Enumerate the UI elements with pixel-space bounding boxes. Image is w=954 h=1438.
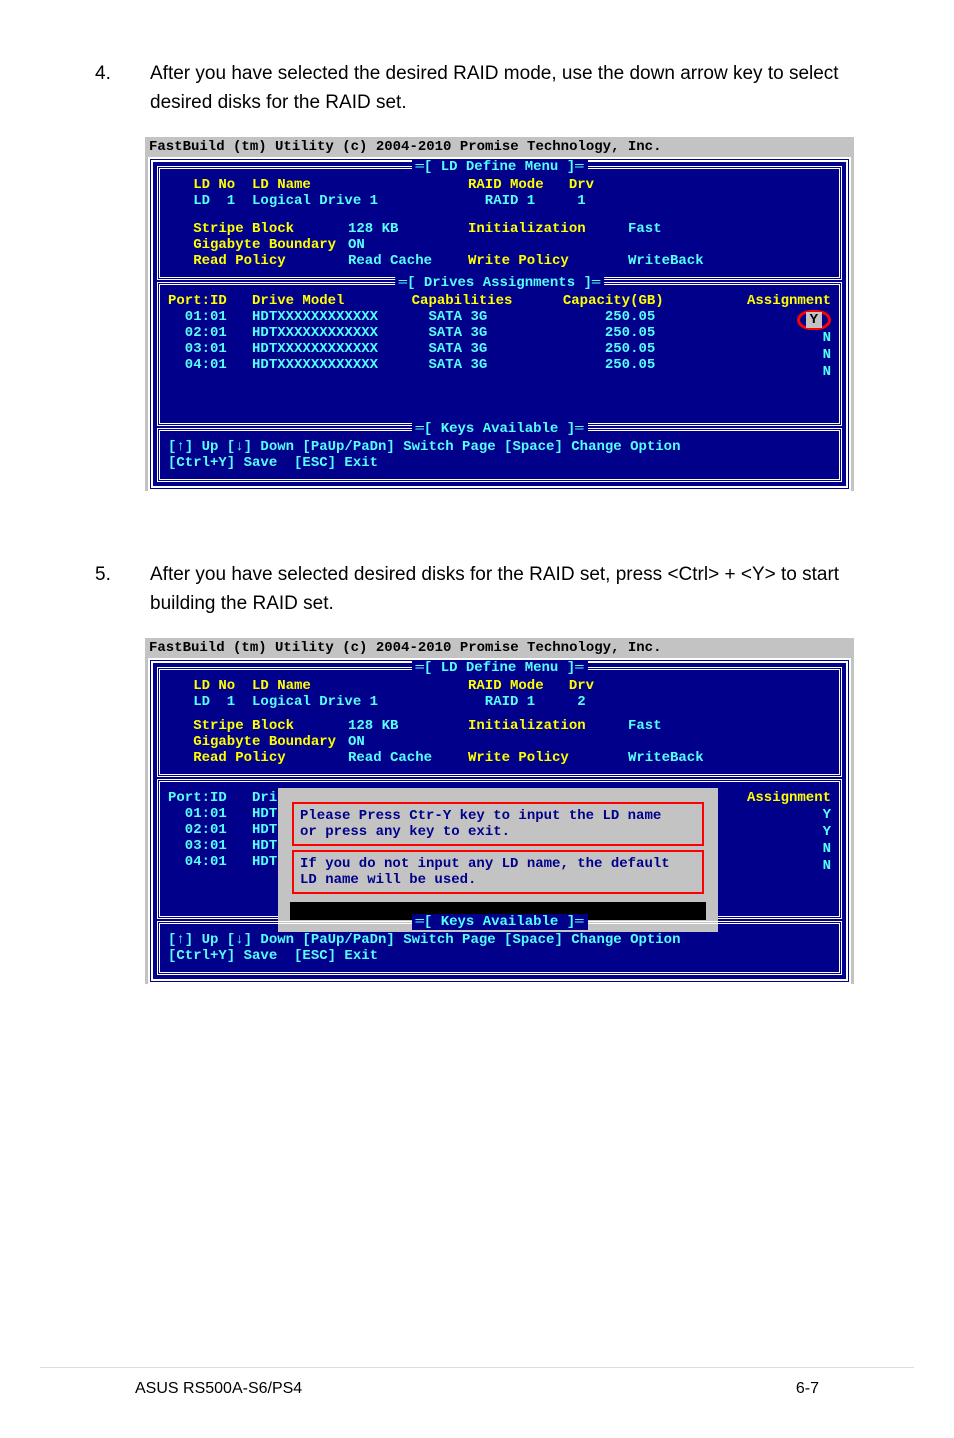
step-number: 5.: [95, 561, 150, 618]
section-title: ═[ Drives Assignments ]═: [395, 275, 605, 291]
drive-row: 04:01 HDTXXXXXXXXXXXX SATA 3G 250.05: [168, 357, 831, 373]
drives-header: Port:ID Drive Model Capabilities Capacit…: [168, 293, 831, 309]
ld-header-left: LD No LD Name: [168, 678, 468, 694]
assignment: N: [747, 330, 831, 347]
assignment: N: [747, 347, 831, 364]
drives-section: ═[ Drives Assignments ]═ Port:ID Drive M…: [157, 282, 842, 426]
ld-define-section: ═[ LD Define Menu ]═ LD No LD Name RAID …: [157, 166, 842, 280]
page-footer: ASUS RS500A-S6/PS4 6-7: [40, 1367, 914, 1398]
keys-line: [Ctrl+Y] Save [ESC] Exit: [168, 948, 831, 964]
assignment-highlighted[interactable]: Y: [797, 310, 831, 330]
gig-val: ON: [348, 734, 365, 750]
drive-row: 02:01 HDTXXXXXXXXXXXX SATA 3G 250.05: [168, 325, 831, 341]
ld-header-right: RAID Mode Drv: [468, 177, 594, 193]
section-title: ═[ Keys Available ]═: [411, 421, 587, 437]
ld-name-prompt-dialog[interactable]: Please Press Ctr-Y key to input the LD n…: [278, 788, 718, 932]
step-number: 4.: [95, 60, 150, 117]
init-label: Initialization: [468, 718, 628, 734]
ld-row: LD 1 Logical Drive 1: [168, 193, 468, 209]
init-val: Fast: [628, 718, 662, 734]
footer-product: ASUS RS500A-S6/PS4: [135, 1380, 302, 1398]
section-title: ═[ Keys Available ]═: [411, 914, 587, 930]
init-val: Fast: [628, 221, 662, 237]
write-val: WriteBack: [628, 750, 704, 766]
instruction-step-4: 4. After you have selected the desired R…: [0, 60, 954, 137]
raid-value: RAID 1 2: [468, 694, 586, 710]
section-title: ═[ LD Define Menu ]═: [411, 159, 587, 175]
assignment: N: [747, 841, 831, 858]
bios-title: FastBuild (tm) Utility (c) 2004-2010 Pro…: [145, 638, 854, 658]
gig-label: Gigabyte Boundary: [168, 237, 348, 253]
ld-header-right: RAID Mode Drv: [468, 678, 594, 694]
assign-header: Assignment: [747, 293, 831, 310]
prompt-line: Please Press Ctr-Y key to input the LD n…: [300, 808, 696, 824]
gig-val: ON: [348, 237, 365, 253]
assign-header: Assignment: [747, 790, 831, 807]
init-label: Initialization: [468, 221, 628, 237]
read-val: Read Cache: [348, 253, 468, 269]
assignment: Y: [747, 807, 831, 824]
ld-header-left: LD No LD Name: [168, 177, 468, 193]
write-label: Write Policy: [468, 253, 628, 269]
raid-value: RAID 1 1: [468, 193, 586, 209]
assignment: N: [747, 364, 831, 381]
stripe-label: Stripe Block: [168, 718, 348, 734]
keys-line: [↑] Up [↓] Down [PaUp/PaDn] Switch Page …: [168, 439, 831, 455]
keys-line: [↑] Up [↓] Down [PaUp/PaDn] Switch Page …: [168, 932, 831, 948]
bios-screenshot-1: FastBuild (tm) Utility (c) 2004-2010 Pro…: [145, 137, 854, 491]
stripe-label: Stripe Block: [168, 221, 348, 237]
footer-page: 6-7: [796, 1380, 819, 1398]
read-label: Read Policy: [168, 253, 348, 269]
prompt-line: or press any key to exit.: [300, 824, 696, 840]
read-val: Read Cache: [348, 750, 468, 766]
write-label: Write Policy: [468, 750, 628, 766]
stripe-val: 128 KB: [348, 221, 468, 237]
ld-define-section: ═[ LD Define Menu ]═ LD No LD Name RAID …: [157, 667, 842, 777]
prompt-line: LD name will be used.: [300, 872, 696, 888]
ld-row: LD 1 Logical Drive 1: [168, 694, 468, 710]
instruction-step-5: 5. After you have selected desired disks…: [0, 561, 954, 638]
stripe-val: 128 KB: [348, 718, 468, 734]
drive-row: 03:01 HDTXXXXXXXXXXXX SATA 3G 250.05: [168, 341, 831, 357]
bios-title: FastBuild (tm) Utility (c) 2004-2010 Pro…: [145, 137, 854, 157]
prompt-line: If you do not input any LD name, the def…: [300, 856, 696, 872]
gig-label: Gigabyte Boundary: [168, 734, 348, 750]
bios-screenshot-2: FastBuild (tm) Utility (c) 2004-2010 Pro…: [145, 638, 854, 984]
drive-row: 01:01 HDTXXXXXXXXXXXX SATA 3G 250.05: [168, 309, 831, 325]
step-text: After you have selected desired disks fo…: [150, 561, 859, 618]
assignment: Y: [747, 824, 831, 841]
step-text: After you have selected the desired RAID…: [150, 60, 859, 117]
keys-section: ═[ Keys Available ]═ [↑] Up [↓] Down [Pa…: [157, 921, 842, 975]
section-title: ═[ LD Define Menu ]═: [411, 660, 587, 676]
assignment: N: [747, 858, 831, 875]
keys-line: [Ctrl+Y] Save [ESC] Exit: [168, 455, 831, 471]
keys-section: ═[ Keys Available ]═ [↑] Up [↓] Down [Pa…: [157, 428, 842, 482]
read-label: Read Policy: [168, 750, 348, 766]
drives-section: Port:ID Dri 01:01 HDT 02:01 HDT 03:01 HD…: [157, 779, 842, 919]
write-val: WriteBack: [628, 253, 704, 269]
